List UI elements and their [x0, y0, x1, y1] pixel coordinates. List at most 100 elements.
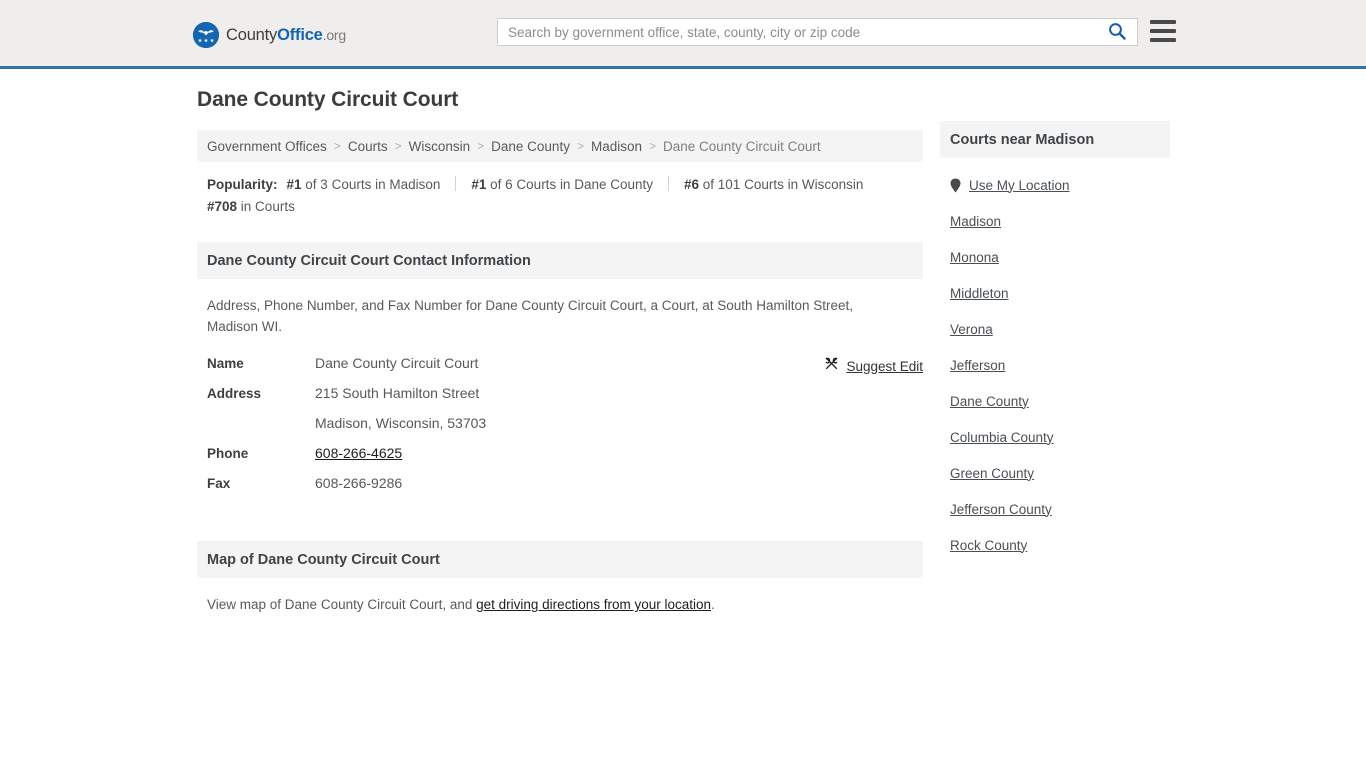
hamburger-bar-3 — [1150, 38, 1176, 42]
breadcrumb: Government Offices > Courts > Wisconsin … — [197, 130, 923, 162]
popularity-rank: #1 — [471, 177, 487, 192]
popularity-item-courts: #708 in Courts — [207, 199, 295, 214]
sidebar-link-dane-county[interactable]: Dane County — [950, 394, 1029, 409]
sidebar: Courts near Madison Use My Location Madi… — [940, 121, 1170, 563]
page-title: Dane County Circuit Court — [197, 88, 459, 111]
breadcrumb-separator-icon: > — [333, 139, 341, 153]
eagle-seal-icon — [193, 22, 219, 48]
contact-detail-table: Suggest Edit Name Dane County Circuit Co… — [197, 355, 923, 505]
sidebar-link-monona[interactable]: Monona — [950, 250, 999, 265]
sidebar-item-verona[interactable]: Verona — [950, 311, 1160, 347]
logo-wordmark: CountyOffice.org — [226, 26, 346, 45]
sidebar-item-monona[interactable]: Monona — [950, 239, 1160, 275]
breadcrumb-item-government-offices[interactable]: Government Offices — [207, 139, 327, 154]
detail-value-address-city: Madison, Wisconsin, 53703 — [315, 415, 487, 431]
phone-link[interactable]: 608-266-4625 — [315, 445, 402, 461]
breadcrumb-item-courts[interactable]: Courts — [348, 139, 388, 154]
detail-value-address-street: 215 South Hamilton Street — [315, 385, 480, 401]
popularity-rest: in Courts — [237, 199, 295, 214]
site-header: CountyOffice.org — [0, 0, 1366, 69]
popularity-item-wisconsin: #6 of 101 Courts in Wisconsin — [684, 177, 863, 192]
logo-text-county: County — [226, 25, 278, 44]
map-section-header: Map of Dane County Circuit Court — [197, 541, 923, 578]
breadcrumb-item-wisconsin[interactable]: Wisconsin — [409, 139, 471, 154]
popularity-label: Popularity: — [207, 177, 278, 192]
popularity-rest: of 101 Courts in Wisconsin — [699, 177, 864, 192]
popularity-rest: of 6 Courts in Dane County — [486, 177, 653, 192]
popularity-item-madison: #1 of 3 Courts in Madison — [287, 177, 441, 192]
sidebar-link-jefferson-county[interactable]: Jefferson County — [950, 502, 1052, 517]
main-content: Dane County Circuit Court Government Off… — [197, 88, 923, 615]
sidebar-item-jefferson[interactable]: Jefferson — [950, 347, 1160, 383]
use-my-location-link[interactable]: Use My Location — [969, 178, 1070, 193]
suggest-edit-button[interactable]: Suggest Edit — [824, 356, 923, 376]
map-description-text-before: View map of Dane County Circuit Court, a… — [207, 597, 477, 612]
search-input[interactable] — [498, 19, 1097, 45]
sidebar-link-jefferson[interactable]: Jefferson — [950, 358, 1005, 373]
contact-section-header: Dane County Circuit Court Contact Inform… — [197, 242, 923, 279]
map-pin-icon — [950, 178, 961, 193]
detail-label-fax: Fax — [207, 476, 231, 491]
popularity-divider — [668, 176, 669, 191]
map-section-description: View map of Dane County Circuit Court, a… — [197, 578, 923, 615]
search-icon — [1108, 22, 1126, 43]
logo-text-org: .org — [322, 26, 347, 43]
breadcrumb-separator-icon: > — [576, 139, 584, 153]
logo-text-office: Office — [277, 25, 323, 44]
hamburger-bar-1 — [1150, 20, 1176, 24]
detail-row-address-city: Madison, Wisconsin, 53703 — [207, 415, 913, 445]
sidebar-item-middleton[interactable]: Middleton — [950, 275, 1160, 311]
sidebar-list: Use My Location Madison Monona Middleton… — [940, 167, 1170, 563]
sidebar-link-columbia-county[interactable]: Columbia County — [950, 430, 1054, 445]
sidebar-header: Courts near Madison — [940, 121, 1170, 158]
breadcrumb-item-dane-county[interactable]: Dane County — [491, 139, 570, 154]
popularity-rank: #1 — [286, 177, 302, 192]
detail-row-fax: Fax 608-266-9286 — [207, 475, 913, 505]
popularity-rest: of 3 Courts in Madison — [301, 177, 441, 192]
breadcrumb-separator-icon: > — [394, 139, 402, 153]
hamburger-bar-2 — [1150, 29, 1176, 33]
sidebar-item-green-county[interactable]: Green County — [950, 455, 1160, 491]
detail-value-fax: 608-266-9286 — [315, 475, 403, 491]
breadcrumb-separator-icon: > — [477, 139, 485, 153]
search-button[interactable] — [1097, 19, 1137, 45]
breadcrumb-separator-icon: > — [649, 139, 657, 153]
detail-row-name: Name Dane County Circuit Court — [207, 355, 913, 385]
suggest-edit-label: Suggest Edit — [846, 358, 923, 374]
site-logo[interactable]: CountyOffice.org — [193, 22, 346, 48]
hamburger-menu-icon[interactable] — [1150, 20, 1176, 42]
sidebar-link-verona[interactable]: Verona — [950, 322, 993, 337]
sidebar-item-columbia-county[interactable]: Columbia County — [950, 419, 1160, 455]
detail-value-phone: 608-266-4625 — [315, 445, 402, 461]
edit-pencil-icon — [824, 356, 839, 376]
sidebar-link-madison[interactable]: Madison — [950, 214, 1001, 229]
sidebar-item-madison[interactable]: Madison — [950, 203, 1160, 239]
sidebar-item-use-my-location[interactable]: Use My Location — [950, 167, 1160, 203]
search-bar[interactable] — [497, 18, 1138, 46]
detail-row-phone: Phone 608-266-4625 — [207, 445, 913, 475]
map-section-title: Map of Dane County Circuit Court — [207, 551, 440, 568]
popularity-item-dane-county: #1 of 6 Courts in Dane County — [471, 177, 653, 192]
detail-label-address: Address — [207, 386, 262, 401]
detail-value-name: Dane County Circuit Court — [315, 355, 479, 371]
breadcrumb-item-current: Dane County Circuit Court — [663, 138, 821, 154]
sidebar-item-dane-county[interactable]: Dane County — [950, 383, 1160, 419]
contact-section-description: Address, Phone Number, and Fax Number fo… — [207, 298, 854, 334]
popularity-stats: Popularity: #1 of 3 Courts in Madison #1 o… — [197, 162, 923, 218]
breadcrumb-item-madison[interactable]: Madison — [591, 139, 642, 154]
map-description-text-after: . — [711, 597, 715, 612]
popularity-rank: #6 — [684, 177, 700, 192]
detail-row-address: Address 215 South Hamilton Street — [207, 385, 913, 415]
driving-directions-link[interactable]: get driving directions from your locatio… — [476, 597, 711, 612]
sidebar-title: Courts near Madison — [950, 131, 1095, 148]
popularity-divider — [455, 176, 457, 191]
popularity-rank: #708 — [207, 199, 238, 214]
sidebar-link-rock-county[interactable]: Rock County — [950, 538, 1027, 553]
detail-label-phone: Phone — [207, 446, 249, 461]
sidebar-item-rock-county[interactable]: Rock County — [950, 527, 1160, 563]
sidebar-link-middleton[interactable]: Middleton — [950, 286, 1009, 301]
detail-label-name: Name — [207, 356, 244, 371]
sidebar-link-green-county[interactable]: Green County — [950, 466, 1034, 481]
sidebar-item-jefferson-county[interactable]: Jefferson County — [950, 491, 1160, 527]
contact-section-title: Dane County Circuit Court Contact Inform… — [207, 252, 531, 269]
